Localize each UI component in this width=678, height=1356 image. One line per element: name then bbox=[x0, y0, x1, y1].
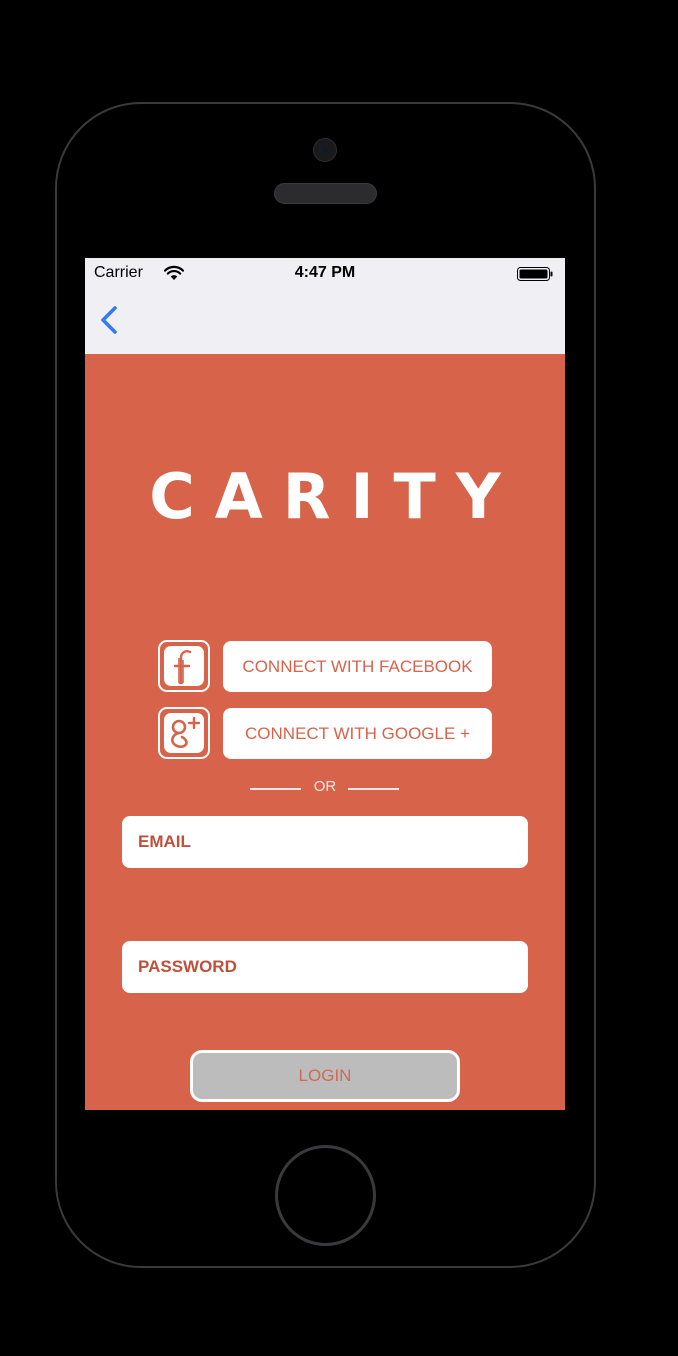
front-camera bbox=[313, 138, 337, 162]
password-input[interactable] bbox=[122, 941, 528, 993]
login-button[interactable]: LOGIN bbox=[190, 1050, 460, 1102]
navigation-bar bbox=[85, 292, 565, 354]
connect-google-button[interactable]: CONNECT WITH GOOGLE + bbox=[223, 708, 492, 759]
facebook-icon bbox=[160, 642, 208, 690]
app-logo: CARITY bbox=[149, 460, 521, 533]
status-time: 4:47 PM bbox=[294, 264, 356, 281]
battery-icon bbox=[517, 267, 553, 281]
home-button[interactable] bbox=[275, 1145, 376, 1246]
google-plus-icon-button[interactable] bbox=[158, 707, 210, 759]
earpiece-speaker bbox=[274, 183, 377, 204]
divider-line-left bbox=[250, 788, 301, 790]
connect-facebook-button[interactable]: CONNECT WITH FACEBOOK bbox=[223, 641, 492, 692]
status-bar: Carrier 4:47 PM bbox=[85, 258, 565, 292]
divider-line-right bbox=[348, 788, 399, 790]
email-input[interactable] bbox=[122, 816, 528, 868]
password-field bbox=[122, 941, 528, 993]
email-field bbox=[122, 816, 528, 868]
chevron-left-icon bbox=[101, 306, 117, 334]
or-divider: OR bbox=[85, 778, 565, 800]
google-plus-icon bbox=[160, 709, 208, 757]
divider-text: OR bbox=[313, 778, 337, 795]
facebook-icon-button[interactable] bbox=[158, 640, 210, 692]
app-screen: Carrier 4:47 PM CARITY CONNECT WITH FACE… bbox=[85, 258, 565, 1110]
back-button[interactable] bbox=[95, 302, 125, 342]
